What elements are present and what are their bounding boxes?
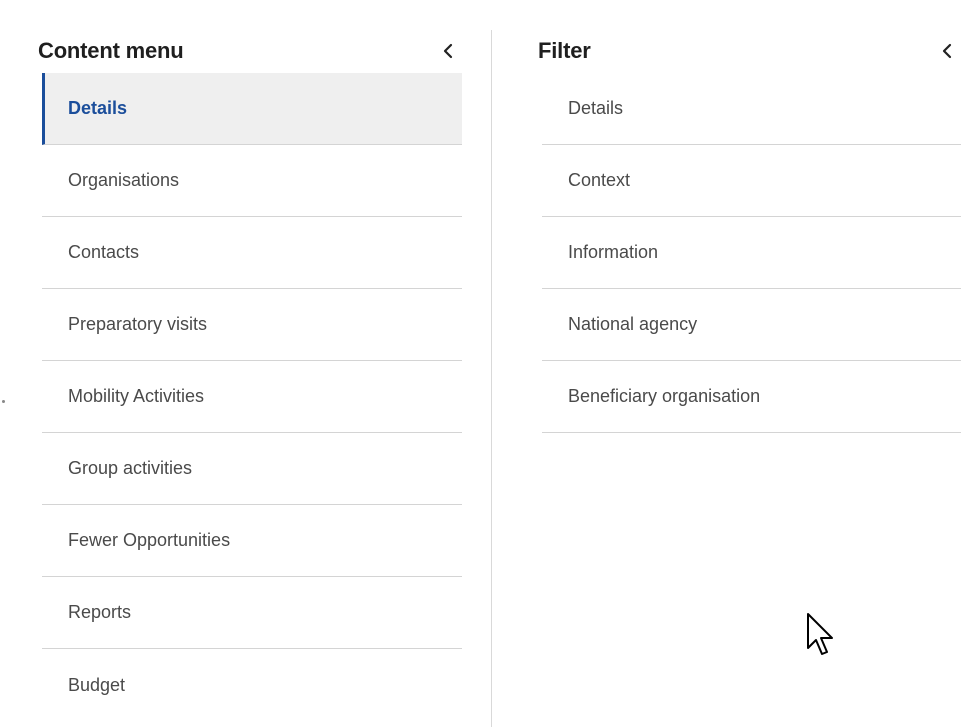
content-menu-item-mobility-activities[interactable]: Mobility Activities (42, 361, 462, 433)
menu-item-label: Preparatory visits (68, 314, 208, 334)
chevron-left-icon (443, 43, 453, 59)
filter-item-national-agency[interactable]: National agency (542, 289, 961, 361)
menu-item-label: Group activities (68, 458, 193, 478)
content-menu-item-details[interactable]: Details (42, 73, 462, 145)
menu-item-label: Budget (68, 674, 126, 695)
filter-list: Details Context Information National age… (542, 73, 961, 433)
content-menu-item-contacts[interactable]: Contacts (42, 217, 462, 289)
content-menu-item-preparatory-visits[interactable]: Preparatory visits (42, 289, 462, 361)
chevron-left-icon (942, 43, 952, 59)
filter-panel: Filter Details Context Information Natio… (538, 0, 961, 727)
filter-item-context[interactable]: Context (542, 145, 961, 217)
content-menu-item-budget[interactable]: Budget (42, 649, 462, 721)
content-menu-header: Content menu (38, 34, 462, 68)
mouse-cursor-icon (807, 613, 833, 655)
filter-item-label: Details (568, 98, 624, 118)
filter-item-label: National agency (568, 314, 698, 334)
filter-item-information[interactable]: Information (542, 217, 961, 289)
content-menu-item-group-activities[interactable]: Group activities (42, 433, 462, 505)
content-menu-item-fewer-opportunities[interactable]: Fewer Opportunities (42, 505, 462, 577)
content-menu-title: Content menu (38, 38, 184, 63)
filter-item-label: Beneficiary organisation (568, 386, 761, 406)
content-menu-panel: Content menu Details Organisations Conta… (38, 0, 462, 727)
filter-title: Filter (538, 38, 591, 63)
content-menu-item-reports[interactable]: Reports (42, 577, 462, 649)
filter-item-label: Information (568, 242, 659, 262)
menu-item-label: Contacts (68, 242, 140, 262)
filter-header: Filter (538, 34, 961, 68)
menu-item-label: Reports (68, 602, 132, 622)
filter-item-beneficiary-organisation[interactable]: Beneficiary organisation (542, 361, 961, 433)
menu-item-label: Details (68, 98, 128, 118)
filter-item-details[interactable]: Details (542, 73, 961, 145)
content-menu-collapse-button[interactable] (436, 39, 460, 63)
filter-item-label: Context (568, 170, 631, 190)
content-menu-item-organisations[interactable]: Organisations (42, 145, 462, 217)
panel-divider (491, 30, 492, 727)
menu-item-label: Fewer Opportunities (68, 530, 231, 550)
menu-item-label: Organisations (68, 170, 180, 190)
menu-item-label: Mobility Activities (68, 386, 205, 406)
edge-marker (2, 400, 5, 403)
content-menu-list: Details Organisations Contacts Preparato… (42, 73, 462, 721)
filter-collapse-button[interactable] (935, 39, 959, 63)
